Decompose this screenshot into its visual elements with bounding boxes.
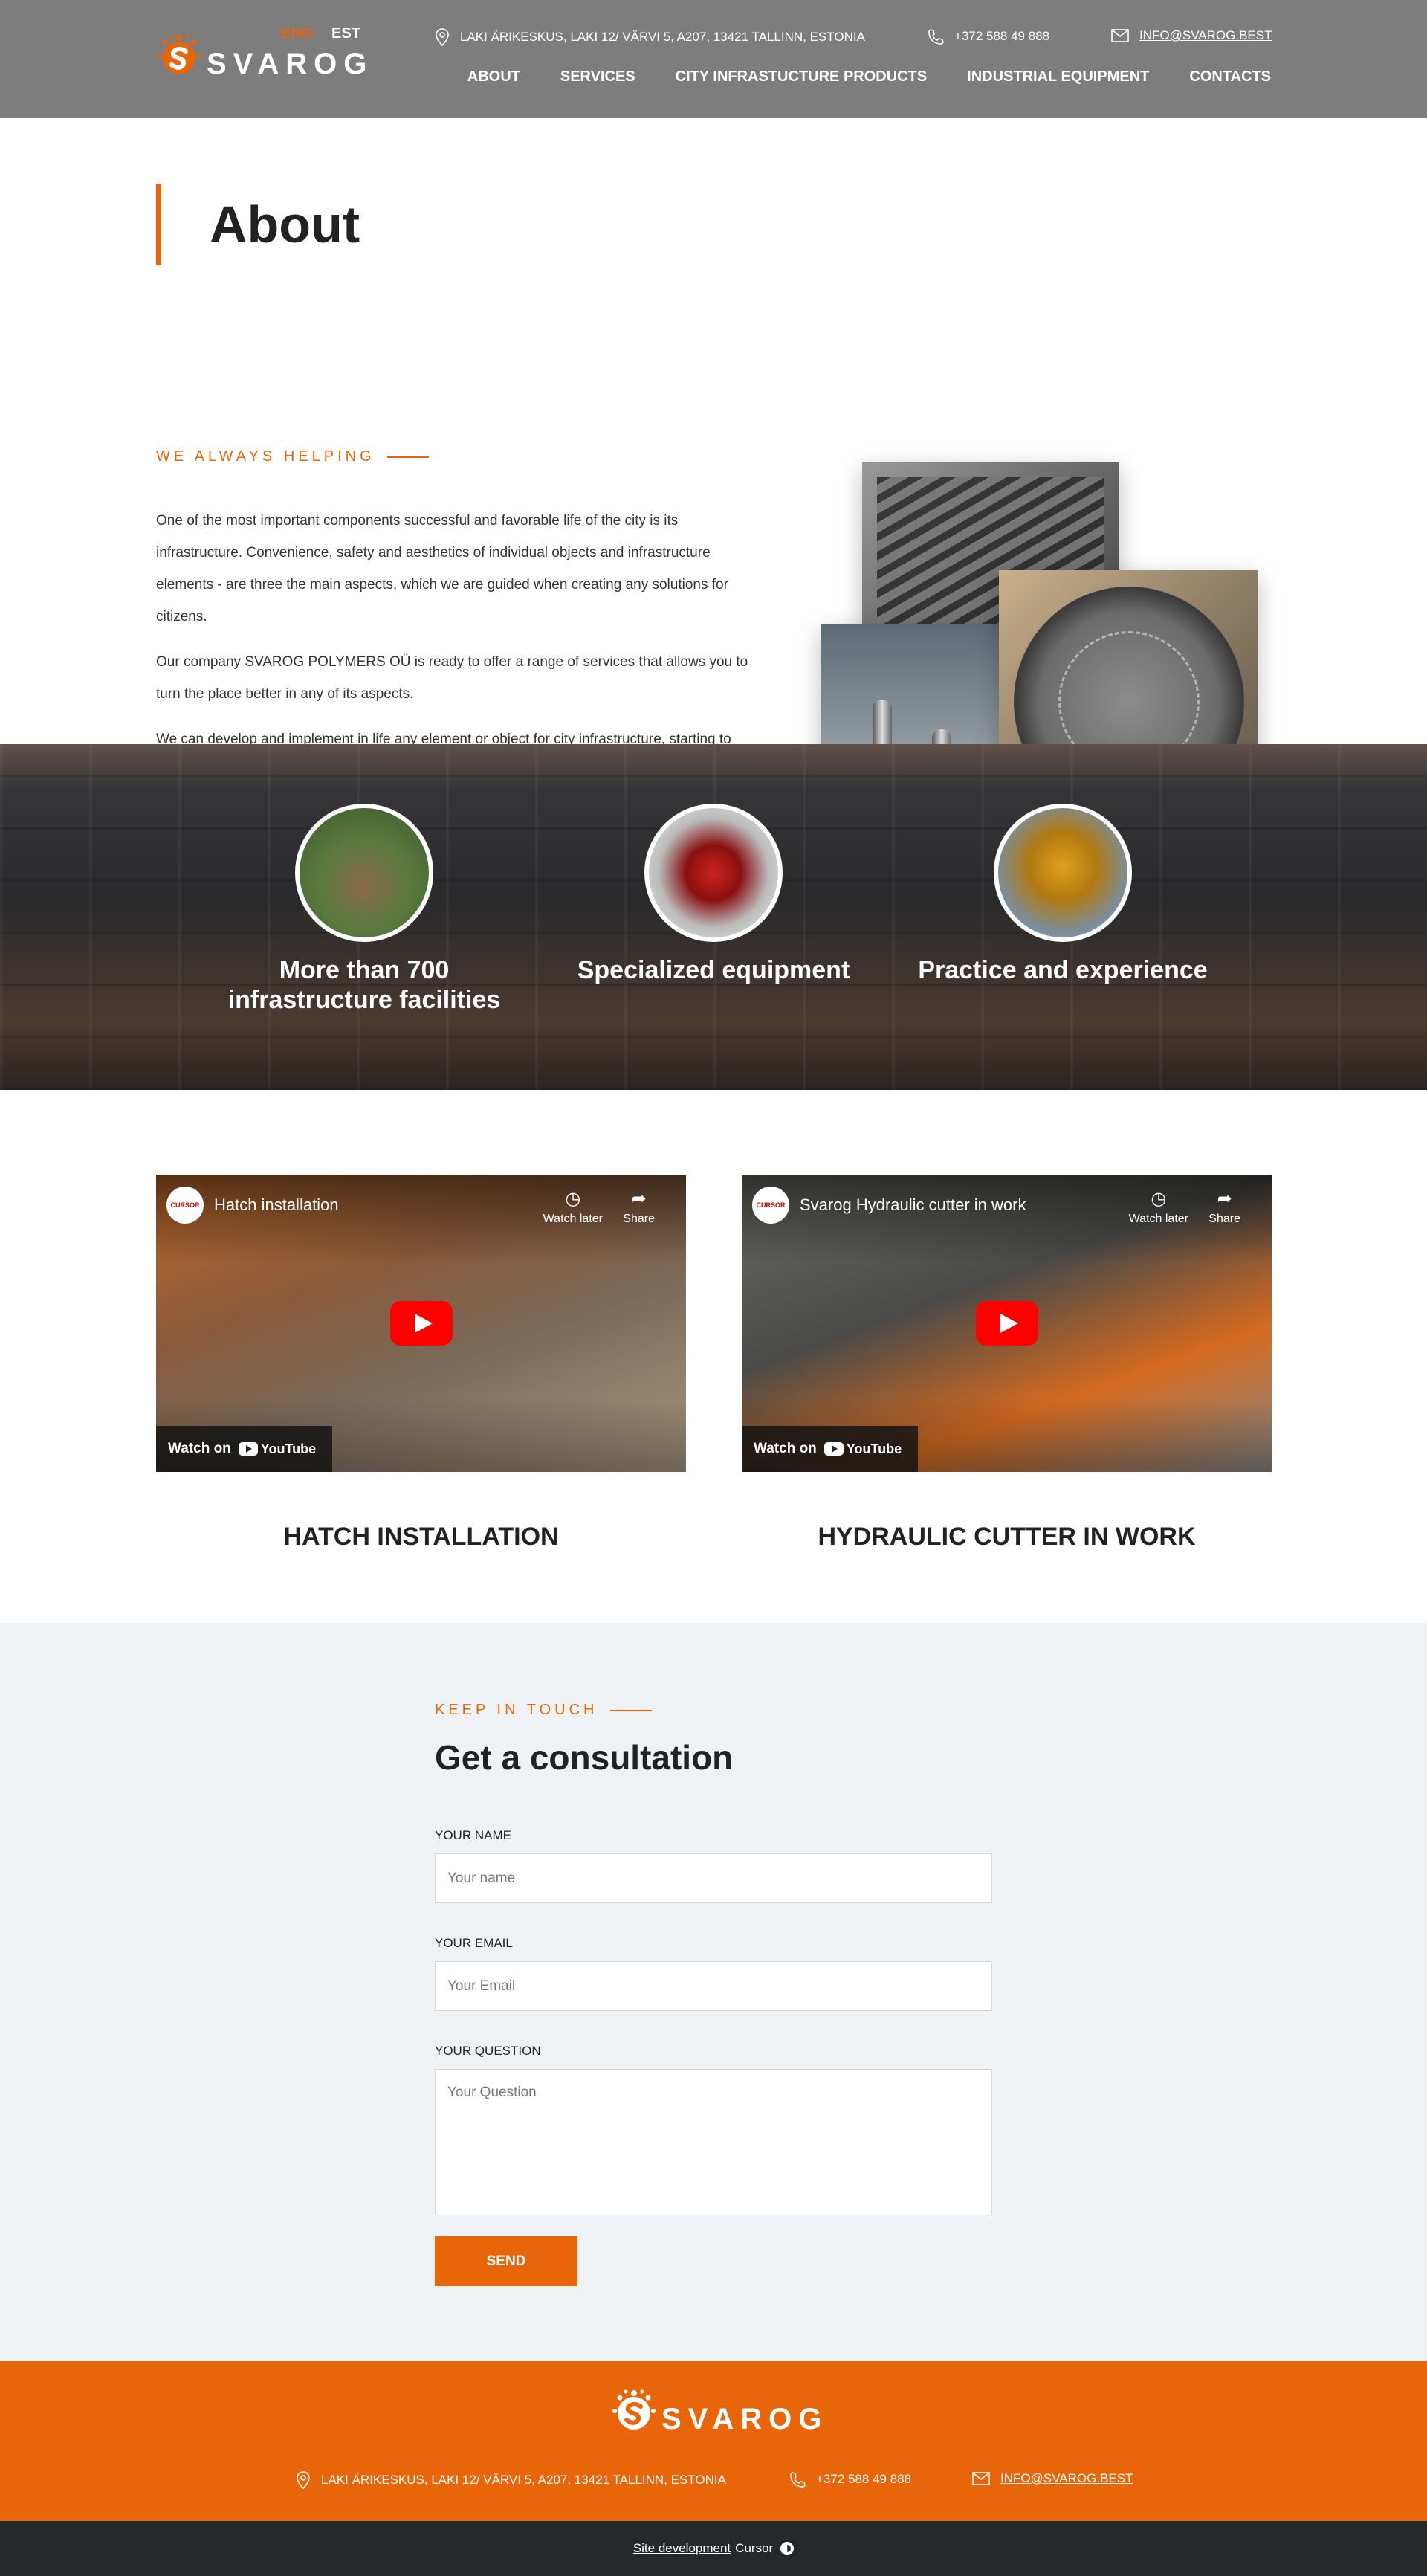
- watch-later-button[interactable]: ◷ Watch later: [1129, 1188, 1188, 1226]
- about-section: About WE ALWAYS HELPING One of the most …: [0, 118, 1427, 863]
- site-footer: SVAROG LAKI ÄRIKESKUS, LAKI 12/ VÄRVI 5,…: [0, 2361, 1427, 2521]
- feature-label: Specialized equipment: [577, 956, 850, 984]
- youtube-icon: [823, 1442, 844, 1456]
- share-button[interactable]: ➦ Share: [623, 1188, 655, 1226]
- lang-eng[interactable]: ENG: [281, 25, 313, 42]
- cursor-logo-icon: [780, 2542, 795, 2555]
- share-arrow-icon: ➦: [1217, 1189, 1232, 1209]
- video-title[interactable]: Svarog Hydraulic cutter in work: [800, 1195, 1026, 1215]
- nav-industrial-equipment[interactable]: INDUSTRIAL EQUIPMENT: [967, 68, 1149, 85]
- sun-logo-icon: [612, 2389, 656, 2430]
- clock-icon: ◷: [1151, 1189, 1167, 1209]
- consultation-section: KEEP IN TOUCH Get a consultation YOUR NA…: [0, 1623, 1427, 2361]
- video-caption: HATCH INSTALLATION: [283, 1523, 559, 1551]
- phone-icon: [928, 29, 944, 45]
- site-header: SVAROG ENG EST LAKI ÄRIKESKUS, LAKI 12/ …: [0, 0, 1427, 118]
- about-title-block: About: [156, 184, 360, 265]
- share-button[interactable]: ➦ Share: [1208, 1188, 1240, 1226]
- footer-logo-text: SVAROG: [661, 2403, 829, 2435]
- play-button[interactable]: [975, 1301, 1038, 1346]
- page-title: About: [210, 196, 360, 254]
- watch-on-youtube-button[interactable]: Watch on YouTube: [156, 1426, 333, 1472]
- main-nav: ABOUT SERVICES CITY INFRASTUCTURE PRODUC…: [467, 68, 1271, 85]
- sun-logo-icon: [158, 34, 201, 74]
- share-arrow-icon: ➦: [631, 1189, 647, 1209]
- channel-avatar[interactable]: CURSOR: [752, 1187, 789, 1224]
- footer-phone[interactable]: +372 588 49 888: [789, 2471, 911, 2488]
- developer-name[interactable]: Cursor: [735, 2541, 773, 2556]
- email-label: YOUR EMAIL: [435, 1936, 513, 1950]
- nav-about[interactable]: ABOUT: [467, 68, 520, 85]
- footer-phone-text: +372 588 49 888: [816, 2472, 912, 2486]
- nav-services[interactable]: SERVICES: [560, 68, 635, 85]
- bottom-bar: Site development Cursor: [0, 2521, 1427, 2576]
- feature-experience: Practice and experience: [907, 804, 1219, 985]
- clock-icon: ◷: [565, 1189, 581, 1209]
- play-button[interactable]: [389, 1301, 453, 1346]
- youtube-icon: [238, 1442, 258, 1456]
- header-address: LAKI ÄRIKESKUS, LAKI 12/ VÄRVI 5, A207, …: [435, 28, 865, 46]
- about-paragraph: Our company SVAROG POLYMERS OÜ is ready …: [156, 654, 748, 702]
- footer-logo[interactable]: SVAROG: [611, 2386, 828, 2436]
- mail-icon: [972, 2472, 990, 2485]
- footer-email-link[interactable]: INFO@SVAROG.BEST: [1000, 2471, 1133, 2486]
- location-pin-icon: [436, 28, 449, 46]
- videos-section: CURSOR Hatch installation ◷ Watch later ➦…: [0, 1090, 1427, 1623]
- header-phone-text: +372 588 49 888: [954, 29, 1050, 43]
- phone-icon: [790, 2472, 806, 2488]
- logo-text: SVAROG: [207, 48, 374, 80]
- video-caption: HYDRAULIC CUTTER IN WORK: [818, 1523, 1196, 1551]
- mail-icon: [1111, 29, 1129, 42]
- nav-contacts[interactable]: CONTACTS: [1189, 68, 1271, 85]
- lang-est[interactable]: EST: [331, 25, 360, 42]
- feature-label: Practice and experience: [918, 956, 1208, 984]
- feature-image-excavator: [994, 804, 1132, 942]
- consult-eyebrow: KEEP IN TOUCH: [435, 1702, 652, 1719]
- footer-address: LAKI ÄRIKESKUS, LAKI 12/ VÄRVI 5, A207, …: [296, 2471, 726, 2489]
- nav-city-infrastructure-products[interactable]: CITY INFRASTUCTURE PRODUCTS: [676, 68, 928, 85]
- email-input[interactable]: [435, 1961, 992, 2011]
- feature-label: More than 700 infrastructure facilities: [227, 956, 501, 1014]
- name-input[interactable]: [435, 1853, 992, 1903]
- channel-avatar[interactable]: CURSOR: [166, 1187, 204, 1224]
- question-label: YOUR QUESTION: [435, 2044, 541, 2058]
- video-player[interactable]: CURSOR Svarog Hydraulic cutter in work ◷…: [742, 1175, 1272, 1472]
- header-address-text: LAKI ÄRIKESKUS, LAKI 12/ VÄRVI 5, A207, …: [460, 30, 865, 44]
- consult-title: Get a consultation: [435, 1738, 734, 1777]
- watch-on-youtube-button[interactable]: Watch on YouTube: [742, 1426, 919, 1472]
- feature-equipment: Specialized equipment: [557, 804, 870, 985]
- feature-facilities: More than 700 infrastructure facilities: [208, 804, 520, 1015]
- header-email-link[interactable]: INFO@SVAROG.BEST: [1139, 28, 1272, 43]
- watch-later-button[interactable]: ◷ Watch later: [543, 1188, 603, 1226]
- about-paragraph: One of the most important components suc…: [156, 513, 728, 624]
- about-eyebrow: WE ALWAYS HELPING: [156, 448, 429, 465]
- video-player[interactable]: CURSOR Hatch installation ◷ Watch later ➦…: [156, 1175, 686, 1472]
- header-phone[interactable]: +372 588 49 888: [928, 28, 1049, 45]
- site-development-link[interactable]: Site development: [633, 2541, 731, 2556]
- location-pin-icon: [297, 2471, 310, 2489]
- video-title[interactable]: Hatch installation: [214, 1195, 339, 1215]
- features-banner: More than 700 infrastructure facilities …: [0, 744, 1427, 1090]
- question-textarea[interactable]: [435, 2069, 992, 2215]
- header-email[interactable]: INFO@SVAROG.BEST: [1111, 28, 1272, 43]
- footer-email[interactable]: INFO@SVAROG.BEST: [972, 2471, 1133, 2486]
- name-label: YOUR NAME: [435, 1828, 511, 1842]
- feature-image-equipment: [644, 804, 783, 942]
- feature-image-bench: [295, 804, 433, 942]
- footer-address-text: LAKI ÄRIKESKUS, LAKI 12/ VÄRVI 5, A207, …: [321, 2473, 726, 2487]
- send-button[interactable]: SEND: [435, 2236, 577, 2286]
